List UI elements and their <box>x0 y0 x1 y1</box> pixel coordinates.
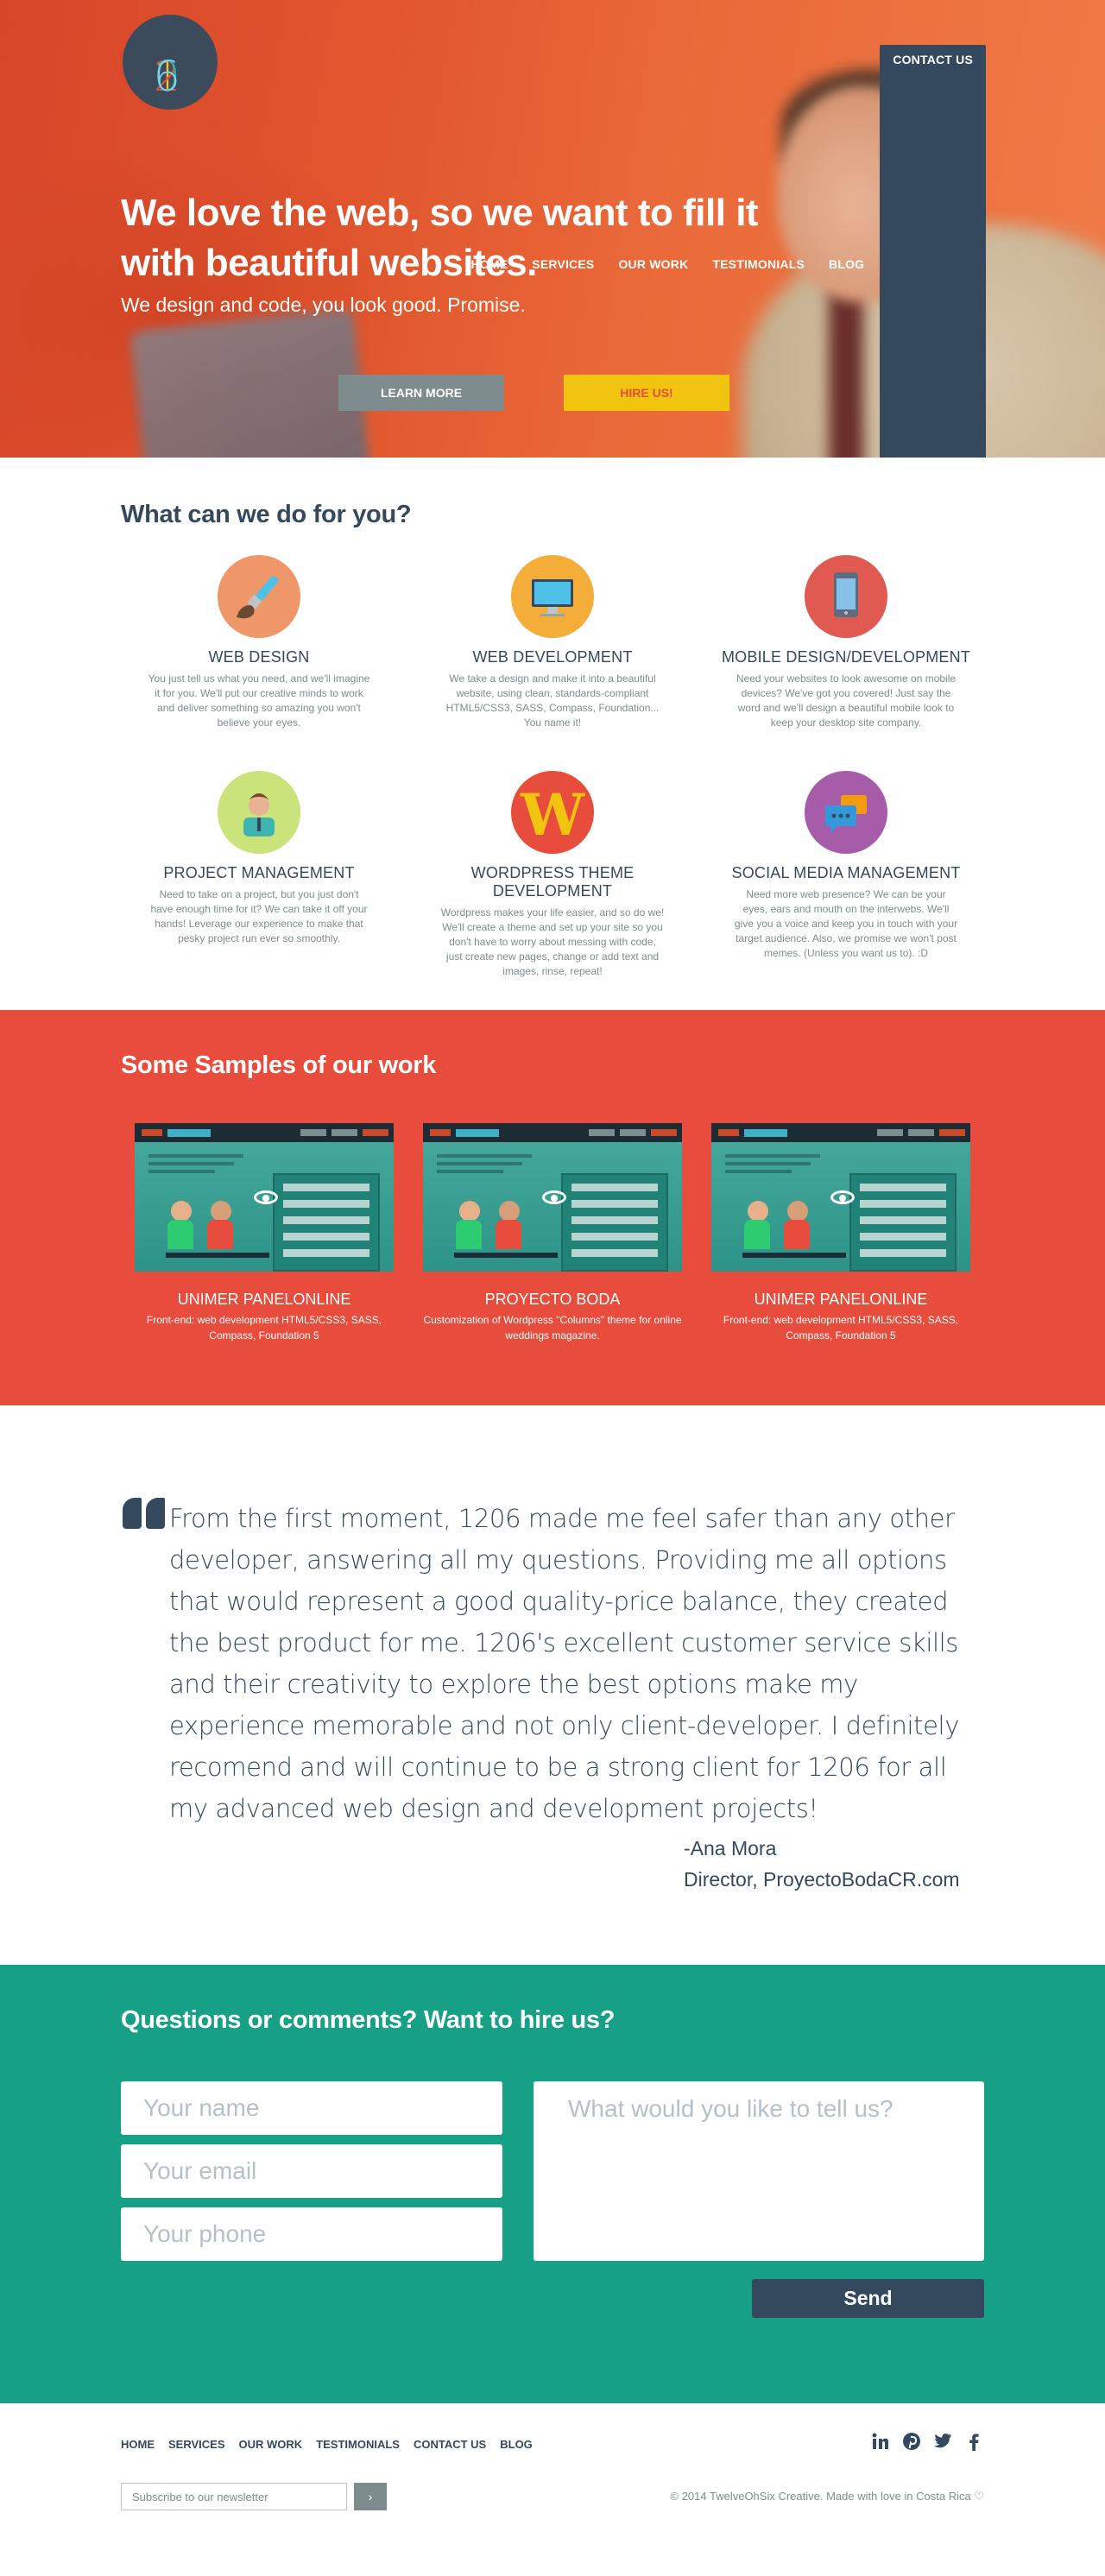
testimonial-quote: From the first moment, 1206 made me feel… <box>169 1504 959 1823</box>
service-title: WEB DEVELOPMENT <box>472 648 633 666</box>
service-description: Need to take on a project, but you just … <box>150 888 368 944</box>
footer-link-testimonials[interactable]: TESTIMONIALS <box>316 2438 400 2451</box>
work-sample: PROYECTO BODA Customization of Wordpress… <box>423 1123 682 1343</box>
service-social-media: SOCIAL MEDIA MANAGEMENT Need more web pr… <box>708 771 984 961</box>
work-sample-description: Front-end: web development HTML5/CSS3, S… <box>723 1314 959 1342</box>
work-sample-description: Front-end: web development HTML5/CSS3, S… <box>146 1314 382 1342</box>
email-field[interactable] <box>121 2144 502 2198</box>
service-title: MOBILE DESIGN/DEVELOPMENT <box>721 648 971 666</box>
footer-link-contact-us[interactable]: CONTACT US <box>414 2438 486 2451</box>
view-eye-icon <box>254 1190 278 1204</box>
services-grid: WEB DESIGN You just tell us what you nee… <box>121 555 984 987</box>
work-samples: UNIMER PANELONLINE Front-end: web develo… <box>121 1123 984 1348</box>
social-links <box>870 2431 984 2452</box>
chat-bubbles-icon <box>805 771 887 854</box>
logo[interactable]: 1206 <box>123 15 218 110</box>
copyright-text: © 2014 TwelveOhSix Creative. Made with l… <box>670 2490 985 2503</box>
footer-link-blog[interactable]: BLOG <box>500 2438 533 2451</box>
footer-link-home[interactable]: HOME <box>121 2438 155 2451</box>
service-mobile: MOBILE DESIGN/DEVELOPMENT Need your webs… <box>708 555 984 730</box>
work-title: Some Samples of our work <box>121 1051 437 1079</box>
footer: HOME SERVICES OUR WORK TESTIMONIALS CONT… <box>0 2403 1105 2548</box>
work-sample-title: PROYECTO BODA <box>484 1291 621 1308</box>
service-description: Need your websites to look awesome on mo… <box>736 672 957 729</box>
work-sample-title: UNIMER PANELONLINE <box>754 1291 928 1308</box>
newsletter-form: › <box>121 2483 387 2510</box>
service-description: We take a design and make it into a beau… <box>445 672 660 729</box>
services-title: What can we do for you? <box>121 501 412 528</box>
service-web-design: WEB DESIGN You just tell us what you nee… <box>121 555 397 730</box>
name-field[interactable] <box>121 2081 502 2135</box>
newsletter-submit-button[interactable]: › <box>354 2483 387 2510</box>
wordpress-icon: W <box>511 771 594 854</box>
work-thumbnail[interactable] <box>423 1123 682 1272</box>
service-title: PROJECT MANAGEMENT <box>163 864 355 881</box>
nav-contact-us-button[interactable]: CONTACT US <box>880 45 986 458</box>
service-title: SOCIAL MEDIA MANAGEMENT <box>731 864 961 881</box>
testimonial-role: Director, ProyectoBodaCR.com <box>684 1868 960 1891</box>
view-eye-icon <box>830 1190 855 1204</box>
phone-field[interactable] <box>121 2207 502 2261</box>
footer-link-services[interactable]: SERVICES <box>168 2438 225 2451</box>
quote-icon <box>123 1498 166 1532</box>
logo-digit-6: 6 <box>154 53 180 101</box>
service-title: WORDPRESS THEME DEVELOPMENT <box>470 864 635 900</box>
facebook-icon[interactable] <box>963 2431 984 2452</box>
send-button[interactable]: Send <box>752 2279 984 2318</box>
view-eye-icon <box>542 1190 566 1204</box>
work-sample-title: UNIMER PANELONLINE <box>177 1291 351 1308</box>
service-description: Wordpress makes your life easier, and so… <box>440 906 665 977</box>
footer-link-our-work[interactable]: OUR WORK <box>239 2438 303 2451</box>
monitor-icon <box>511 555 594 638</box>
work-thumbnail[interactable] <box>135 1123 394 1272</box>
contact-section: Questions or comments? Want to hire us? … <box>0 1965 1105 2403</box>
hero-headline: We love the web, so we want to fill it w… <box>121 192 759 284</box>
service-wordpress: W WORDPRESS THEME DEVELOPMENT Wordpress … <box>414 771 691 979</box>
work-sample: UNIMER PANELONLINE Front-end: web develo… <box>135 1123 394 1343</box>
newsletter-input[interactable] <box>121 2483 347 2510</box>
service-project-management: PROJECT MANAGEMENT Need to take on a pro… <box>121 771 397 946</box>
testimonial-author: -Ana Mora <box>684 1837 777 1859</box>
svg-text:W: W <box>520 781 585 849</box>
smartphone-icon <box>805 555 887 638</box>
work-sample-description: Customization of Wordpress "Columns" the… <box>423 1314 682 1342</box>
footer-nav: HOME SERVICES OUR WORK TESTIMONIALS CONT… <box>121 2438 984 2451</box>
hire-us-button[interactable]: HIRE US! <box>564 375 729 411</box>
work-sample: UNIMER PANELONLINE Front-end: web develo… <box>711 1123 970 1343</box>
linkedin-icon[interactable] <box>870 2431 891 2452</box>
testimonial-section: From the first moment, 1206 made me feel… <box>0 1405 1105 1965</box>
service-title: WEB DESIGN <box>208 648 310 666</box>
twitter-icon[interactable] <box>932 2431 953 2452</box>
service-description: Need more web presence? We can be your e… <box>734 888 958 959</box>
hero-tagline: We design and code, you look good. Promi… <box>121 294 526 316</box>
contact-form: Send <box>121 2081 984 2340</box>
pinterest-icon[interactable] <box>901 2431 922 2452</box>
work-section: Some Samples of our work UNIMER PANELONL… <box>0 1010 1105 1405</box>
learn-more-button[interactable]: LEARN MORE <box>338 375 504 411</box>
work-thumbnail[interactable] <box>711 1123 970 1272</box>
testimonial-author-block: -Ana Mora Director, ProyectoBodaCR.com <box>684 1833 984 1895</box>
service-web-development: WEB DEVELOPMENT We take a design and mak… <box>414 555 691 730</box>
service-description: You just tell us what you need, and we'l… <box>148 672 370 729</box>
services-section: What can we do for you? WEB DESIGN You j… <box>0 458 1105 1010</box>
paintbrush-icon <box>218 555 300 638</box>
message-field[interactable] <box>534 2081 984 2261</box>
hero-section: 1206 HOME SERVICES OUR WORK TESTIMONIALS… <box>0 0 1105 458</box>
manager-icon <box>218 771 300 854</box>
contact-title: Questions or comments? Want to hire us? <box>121 2006 616 2034</box>
